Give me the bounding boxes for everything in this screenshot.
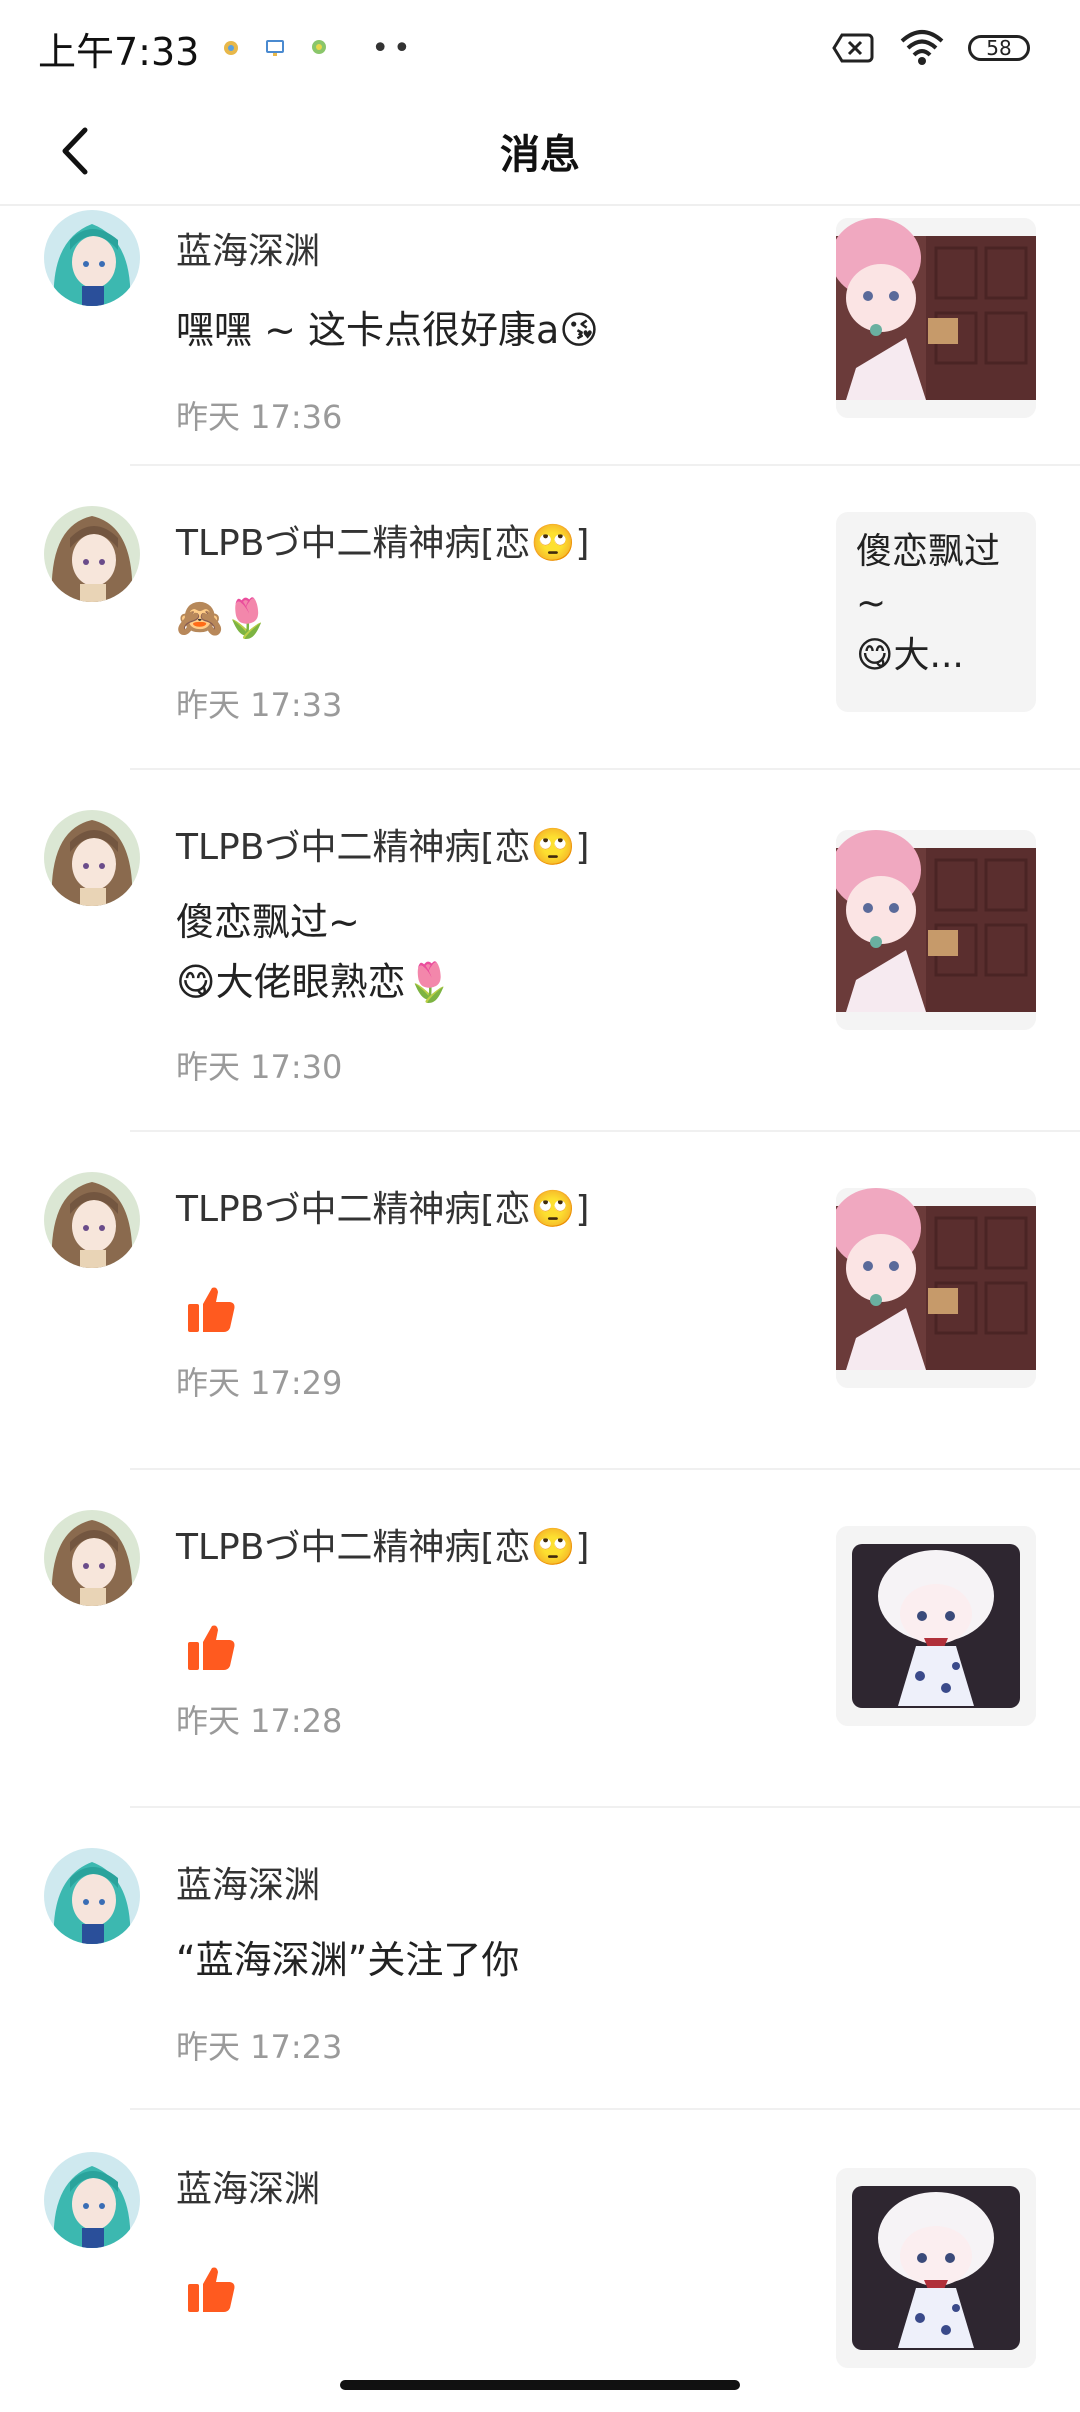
avatar[interactable] <box>44 1172 140 1268</box>
message-item[interactable]: TLPBづ中二精神病[恋🙄] 🙈🌷 昨天 17:33 傻恋飘过 ~ 😋大... <box>0 506 1080 766</box>
teal-hair-avatar-image <box>44 210 140 306</box>
message-time: 昨天 17:33 <box>176 686 343 724</box>
message-text: “蓝海深渊”关注了你 <box>176 1938 520 1982</box>
sim-off-icon <box>832 33 874 63</box>
white-hair-doll-thumbnail-image <box>836 1526 1036 1726</box>
sender-name[interactable]: TLPBづ中二精神病[恋🙄] <box>176 824 796 872</box>
status-bar: 上午7:33 •• 58 <box>0 0 1080 96</box>
video-thumbnail[interactable] <box>836 830 1036 1030</box>
brown-hair-avatar-image <box>44 506 140 602</box>
message-time: 昨天 17:36 <box>176 398 343 436</box>
sender-name[interactable]: 蓝海深渊 <box>176 228 796 276</box>
page-title: 消息 <box>500 132 580 178</box>
video-thumbnail[interactable] <box>836 218 1036 418</box>
message-content: 蓝海深渊 “蓝海深渊”关注了你 昨天 17:23 <box>176 1862 796 2066</box>
monitor-notification-icon <box>266 40 285 56</box>
pink-hair-video-thumbnail-image <box>836 1188 1036 1388</box>
message-item[interactable]: TLPBづ中二精神病[恋🙄] 昨天 17:28 <box>0 1510 1080 1810</box>
message-content: 蓝海深渊 <box>176 2166 796 2366</box>
divider <box>130 2108 1080 2110</box>
message-content: TLPBづ中二精神病[恋🙄] 🙈🌷 昨天 17:33 <box>176 520 796 724</box>
app-notification-icon <box>224 41 239 55</box>
thumbs-up-icon <box>188 1287 235 1332</box>
avatar[interactable] <box>44 810 140 906</box>
avatar[interactable] <box>44 1510 140 1606</box>
home-gesture-bar[interactable] <box>340 2380 740 2390</box>
wifi-icon <box>900 30 944 65</box>
sender-name[interactable]: TLPBづ中二精神病[恋🙄] <box>176 1524 796 1572</box>
teal-hair-avatar-image <box>44 1848 140 1944</box>
white-hair-doll-thumbnail-image <box>836 2168 1036 2368</box>
sender-name[interactable]: TLPBづ中二精神病[恋🙄] <box>176 520 796 568</box>
brown-hair-avatar-image <box>44 1510 140 1606</box>
thumbs-up-icon <box>188 2267 235 2312</box>
sender-name[interactable]: TLPBづ中二精神病[恋🙄] <box>176 1186 796 1234</box>
video-thumbnail[interactable] <box>836 1526 1036 1726</box>
message-item[interactable]: 蓝海深渊 嘿嘿 ~ 这卡点很好康a😘 昨天 17:36 <box>0 206 1080 466</box>
brown-hair-avatar-image <box>44 810 140 906</box>
more-notifications-dots: •• <box>371 30 415 66</box>
message-item[interactable]: TLPBづ中二精神病[恋🙄] 昨天 17:29 <box>0 1172 1080 1472</box>
pink-hair-video-thumbnail-image <box>836 218 1036 418</box>
message-text: 🙈🌷 <box>176 596 271 640</box>
message-content: TLPBづ中二精神病[恋🙄] 傻恋飘过~ 😋大佬眼熟恋🌷 昨天 17:30 <box>176 824 796 1086</box>
message-content: 蓝海深渊 嘿嘿 ~ 这卡点很好康a😘 昨天 17:36 <box>176 228 796 436</box>
app-header: 消息 <box>0 96 1080 206</box>
battery-indicator: 58 <box>968 35 1030 61</box>
divider <box>130 464 1080 466</box>
chevron-left-icon <box>62 127 88 175</box>
status-time: 上午7:33 <box>38 29 200 74</box>
message-item[interactable]: TLPBづ中二精神病[恋🙄] 傻恋飘过~ 😋大佬眼熟恋🌷 昨天 17:30 <box>0 810 1080 1130</box>
message-time: 昨天 17:30 <box>176 1048 343 1086</box>
message-item[interactable]: 蓝海深渊 “蓝海深渊”关注了你 昨天 17:23 <box>0 1848 1080 2108</box>
teal-hair-avatar-image <box>44 2152 140 2248</box>
divider <box>130 1468 1080 1470</box>
message-time: 昨天 17:29 <box>176 1364 343 1402</box>
app-notification-icon <box>312 40 327 54</box>
divider <box>130 768 1080 770</box>
divider <box>130 1130 1080 1132</box>
video-thumbnail[interactable] <box>836 1188 1036 1388</box>
message-text: 傻恋飘过~ 😋大佬眼熟恋🌷 <box>176 900 453 1004</box>
message-content: TLPBづ中二精神病[恋🙄] 昨天 17:29 <box>176 1186 796 1446</box>
video-thumbnail[interactable] <box>836 2168 1036 2368</box>
pink-hair-video-thumbnail-image <box>836 830 1036 1030</box>
thumbs-up-icon <box>188 1625 235 1670</box>
back-button[interactable] <box>40 116 110 186</box>
sender-name[interactable]: 蓝海深渊 <box>176 2166 796 2214</box>
message-time: 昨天 17:28 <box>176 1702 343 1740</box>
avatar[interactable] <box>44 1848 140 1944</box>
message-content: TLPBづ中二精神病[恋🙄] 昨天 17:28 <box>176 1524 796 1784</box>
message-item[interactable]: 蓝海深渊 <box>0 2152 1080 2412</box>
sender-name[interactable]: 蓝海深渊 <box>176 1862 796 1910</box>
message-time: 昨天 17:23 <box>176 2028 343 2066</box>
message-text: 嘿嘿 ~ 这卡点很好康a😘 <box>176 308 599 352</box>
avatar[interactable] <box>44 210 140 306</box>
brown-hair-avatar-image <box>44 1172 140 1268</box>
avatar[interactable] <box>44 2152 140 2248</box>
avatar[interactable] <box>44 506 140 602</box>
battery-level: 58 <box>986 36 1012 60</box>
divider <box>130 1806 1080 1808</box>
comment-preview[interactable]: 傻恋飘过 ~ 😋大... <box>836 512 1036 712</box>
